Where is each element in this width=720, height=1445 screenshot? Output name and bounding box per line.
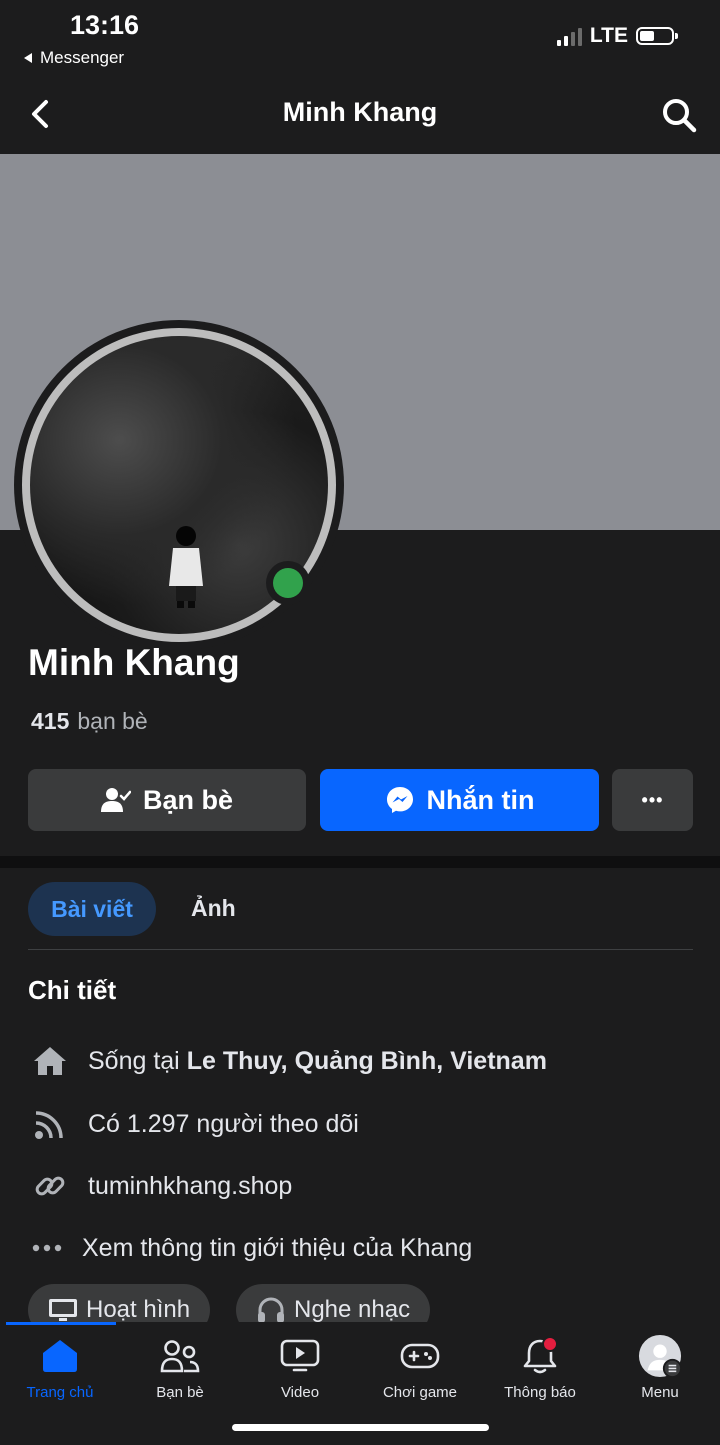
website-link[interactable]: tuminhkhang.shop [88,1172,292,1201]
tv-icon [49,1299,77,1321]
signal-icon [556,26,582,46]
nav-label: Trang chủ [26,1384,94,1401]
friends-count[interactable]: 415 bạn bè [31,708,148,735]
message-button[interactable]: Nhắn tin [320,769,599,831]
video-icon [278,1334,322,1378]
search-button[interactable] [660,96,698,134]
friends-button[interactable]: Bạn bè [28,769,306,831]
tab-posts[interactable]: Bài viết [28,882,156,936]
profile-menu-icon [638,1334,682,1378]
online-status-indicator [266,561,310,605]
nav-label: Chơi game [382,1384,458,1401]
status-time: 13:16 [70,10,140,40]
notification-badge [542,1336,558,1352]
link-icon [30,1168,70,1204]
lives-in-location[interactable]: Le Thuy, Quảng Bình, Vietnam [187,1047,547,1076]
nav-home[interactable]: Trang chủ [0,1334,120,1401]
nav-label: Video [280,1384,320,1401]
friends-button-label: Bạn bè [142,784,234,815]
nav-gaming[interactable]: Chơi game [360,1334,480,1401]
active-tab-indicator [6,1322,116,1325]
detail-lives-in: Sống tại Le Thuy, Quảng Bình, Vietnam [30,1043,547,1079]
more-options-button[interactable]: ••• [612,769,693,831]
detail-website[interactable]: tuminhkhang.shop [30,1168,292,1204]
back-triangle-icon [24,53,32,63]
tabs-divider [28,949,693,950]
search-icon [663,99,697,133]
tab-photos[interactable]: Ảnh [191,895,236,922]
details-heading: Chi tiết [28,975,117,1005]
back-app-label: Messenger [40,48,125,67]
nav-menu[interactable]: Menu [600,1334,720,1401]
friend-check-icon [100,788,131,812]
message-button-label: Nhắn tin [426,784,535,815]
more-icon: ••• [641,789,664,810]
back-to-app-link[interactable]: Messenger [22,48,124,68]
nav-notifications[interactable]: Thông báo [480,1334,600,1401]
nav-friends[interactable]: Bạn bè [120,1334,240,1401]
friends-count-label: bạn bè [77,708,148,734]
bell-icon [518,1334,562,1378]
page-title: Minh Khang [282,97,438,127]
section-divider [0,856,720,868]
nav-video[interactable]: Video [240,1334,360,1401]
profile-name: Minh Khang [28,642,240,683]
nav-label: Menu [641,1384,679,1401]
detail-followers[interactable]: Có 1.297 người theo dõi [30,1106,359,1142]
messenger-icon [386,787,413,813]
network-label: LTE [589,24,628,47]
battery-icon [636,27,678,45]
friends-icon [158,1334,202,1378]
see-about-label: Xem thông tin giới thiệu của Khang [82,1233,473,1262]
rss-icon [30,1106,70,1142]
friends-count-number: 415 [31,708,70,734]
see-about-link[interactable]: Xem thông tin giới thiệu của Khang [30,1230,472,1266]
home-icon [30,1043,70,1079]
lives-in-prefix: Sống tại [88,1046,180,1075]
status-indicators: LTE [556,24,678,48]
home-indicator[interactable] [232,1424,489,1431]
nav-label: Bạn bè [156,1384,204,1401]
more-dots-icon [30,1230,64,1266]
followers-text: Có 1.297 người theo dõi [88,1109,359,1138]
interest-label: Nghe nhạc [294,1296,411,1323]
headphones-icon [258,1297,284,1323]
nav-label: Thông báo [504,1384,576,1401]
home-icon [38,1334,82,1378]
gaming-icon [398,1334,442,1378]
interest-label: Hoạt hình [86,1296,191,1323]
